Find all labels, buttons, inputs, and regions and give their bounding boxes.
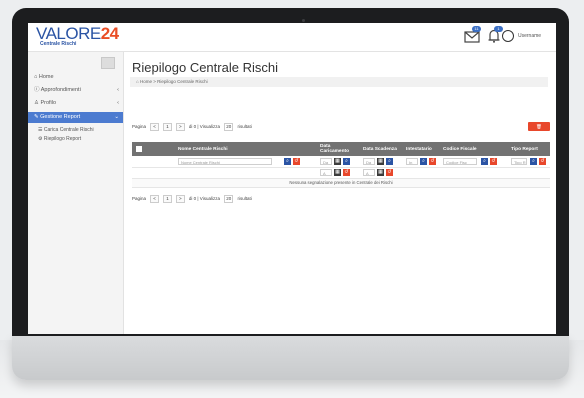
logo-subtitle: Centrale Rischi [40, 41, 77, 47]
sidebar-item-approfondimenti[interactable]: ⓘ Approfondimenti ‹ [28, 85, 123, 96]
screen: VALORE24 Centrale Rischi 11 1 Username ⌂… [28, 23, 556, 334]
sidebar-toggle-button[interactable] [101, 57, 115, 69]
calendar-icon[interactable]: ▦ [377, 169, 384, 176]
sidebar-item-profilo[interactable]: ♙ Profilo ‹ [28, 98, 123, 109]
page-number-input[interactable]: 1 [163, 122, 172, 131]
info-icon: ⓘ [34, 87, 41, 93]
top-bar: VALORE24 Centrale Rischi 11 1 Username [28, 23, 556, 52]
chevron-down-icon: ⌄ [114, 114, 119, 120]
page-size-select[interactable]: 20 [224, 194, 234, 203]
monitor-chin [12, 334, 569, 380]
search-icon[interactable]: ⌕ [386, 158, 393, 165]
page-size-select[interactable]: 20 [224, 122, 234, 131]
breadcrumb: ⌂ Home > Riepilogo Centrale Rischi [130, 77, 548, 87]
cancella-button[interactable]: 🗑Cancella [528, 122, 550, 138]
camera-dot [302, 19, 305, 22]
reset-icon[interactable]: ↺ [429, 158, 436, 165]
caricamento-da-input[interactable]: Da [320, 158, 332, 165]
chevron-icon: ‹ [117, 100, 119, 106]
reset-icon[interactable]: ↺ [343, 169, 350, 176]
prev-page-button[interactable]: < [150, 122, 159, 131]
next-page-button[interactable]: > [175, 122, 185, 131]
scadenza-da-input[interactable]: Da [363, 158, 375, 165]
caricamento-a-input[interactable]: A [320, 169, 332, 176]
sidebar-subitem-riepilogo[interactable]: ⚙ Riepilogo Report [38, 135, 81, 143]
calendar-icon[interactable]: ▦ [377, 158, 384, 165]
logo[interactable]: VALORE24 [36, 25, 119, 42]
empty-message: Nessuna segnalazione presente in Central… [132, 179, 550, 188]
search-icon[interactable]: ⌕ [481, 158, 488, 165]
search-icon[interactable]: ⌕ [530, 158, 537, 165]
col-tipo-report[interactable]: Tipo Report [509, 142, 550, 156]
trash-icon: 🗑 [536, 124, 542, 129]
reset-icon[interactable]: ↺ [539, 158, 546, 165]
pager-bottom: Pagina < 1 > di 0 | Visualizza 20 risult… [132, 194, 252, 203]
scadenza-a-input[interactable]: A [363, 169, 375, 176]
reset-icon[interactable]: ↺ [386, 169, 393, 176]
sidebar: ⌂ Home ⓘ Approfondimenti ‹ ♙ Profilo ‹ ✎… [28, 52, 124, 334]
chevron-icon: ‹ [117, 87, 119, 93]
tipo-report-filter-input[interactable]: Tipo R [511, 158, 527, 165]
page-number-input[interactable]: 1 [163, 194, 172, 203]
prev-page-button[interactable]: < [150, 194, 159, 203]
search-icon[interactable]: ⌕ [420, 158, 427, 165]
col-data-scadenza[interactable]: Data Scadenza [361, 142, 403, 156]
mail-badge: 11 [472, 26, 481, 32]
search-icon[interactable]: ⌕ [343, 158, 350, 165]
nome-filter-input[interactable]: Nome Centrale Rischi [178, 158, 272, 165]
table-header: Nome Centrale Rischi Data Caricamento Da… [132, 142, 550, 156]
username[interactable]: Username [518, 33, 541, 39]
col-intestatario[interactable]: Intestatario [404, 142, 440, 156]
col-nome[interactable]: Nome Centrale Rischi [176, 142, 316, 156]
search-icon[interactable]: ⌕ [284, 158, 291, 165]
intestatario-filter-input[interactable]: In [406, 158, 418, 165]
pager-top: Pagina < 1 > di 0 | Visualizza 20 risult… [132, 122, 252, 131]
select-all-checkbox[interactable] [136, 146, 142, 152]
calendar-icon[interactable]: ▦ [334, 169, 341, 176]
calendar-icon[interactable]: ▦ [334, 158, 341, 165]
reset-icon[interactable]: ↺ [490, 158, 497, 165]
avatar[interactable] [502, 30, 514, 42]
sidebar-subitem-carica[interactable]: ☰ Carica Centrale Rischi [38, 126, 94, 134]
filter-row-2: A ▦ ↺ A ▦ ↺ [132, 168, 550, 179]
next-page-button[interactable]: > [175, 194, 185, 203]
col-data-caricamento[interactable]: Data Caricamento [318, 142, 360, 156]
bell-badge: 1 [494, 26, 503, 32]
reset-icon[interactable]: ↺ [293, 158, 300, 165]
sidebar-item-gestione-report[interactable]: ✎ Gestione Report ⌄ [28, 112, 123, 123]
col-codice-fiscale[interactable]: Codice Fiscale [441, 142, 508, 156]
filter-row: Nome Centrale Rischi ⌕ ↺ Da ▦ ⌕ Da ▦ ⌕ I… [132, 157, 550, 168]
main-content: Riepilogo Centrale Rischi ⌂ Home > Riepi… [124, 52, 556, 334]
codice-fiscale-filter-input[interactable]: Codice Fisc [443, 158, 477, 165]
sidebar-item-home[interactable]: ⌂ Home [28, 72, 123, 83]
page-title: Riepilogo Centrale Rischi [132, 60, 278, 75]
